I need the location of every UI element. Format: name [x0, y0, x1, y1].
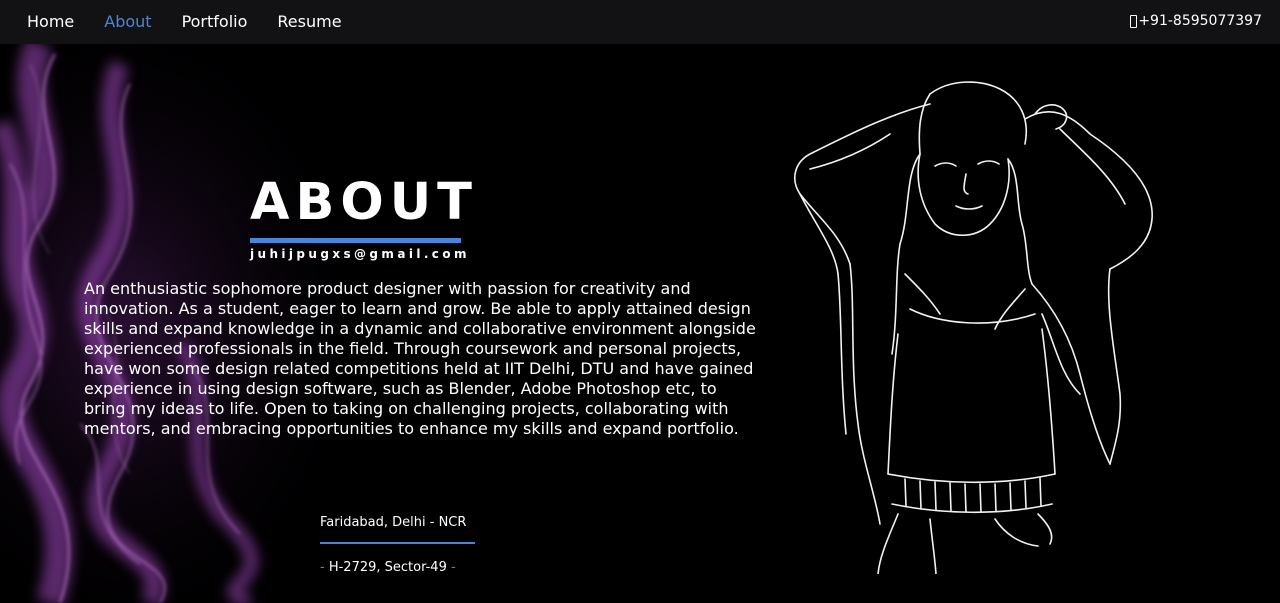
phone-number: +91-8595077397 [1138, 13, 1262, 29]
address-line: - H-2729, Sector-49 - [320, 559, 456, 577]
nav-links: Home About Portfolio Resume [27, 0, 372, 44]
bio-paragraph: An enthusiastic sophomore product design… [84, 279, 756, 438]
top-navbar: Home About Portfolio Resume +91-85950773… [0, 0, 1280, 44]
mobile-phone-icon [1130, 14, 1138, 28]
about-section: ABOUT juhijpugxs@gmail.com An enthusiast… [0, 44, 1280, 603]
nav-home-link[interactable]: Home [27, 0, 74, 44]
location-text: Faridabad, Delhi - NCR [320, 515, 467, 530]
nav-about-link[interactable]: About [104, 0, 151, 44]
address-text: H-2729, Sector-49 [328, 560, 447, 575]
address-dash-right: - [446, 560, 456, 575]
email-address[interactable]: juhijpugxs@gmail.com [250, 246, 470, 262]
about-heading: ABOUT [250, 173, 478, 232]
location-underline [320, 542, 475, 544]
nav-portfolio-link[interactable]: Portfolio [182, 0, 248, 44]
nav-resume-link[interactable]: Resume [277, 0, 341, 44]
address-dash-left: - [320, 560, 329, 575]
heading-underline [250, 238, 461, 243]
portrait-sketch [794, 81, 1153, 574]
phone-contact[interactable]: +91-8595077397 [1130, 0, 1262, 42]
